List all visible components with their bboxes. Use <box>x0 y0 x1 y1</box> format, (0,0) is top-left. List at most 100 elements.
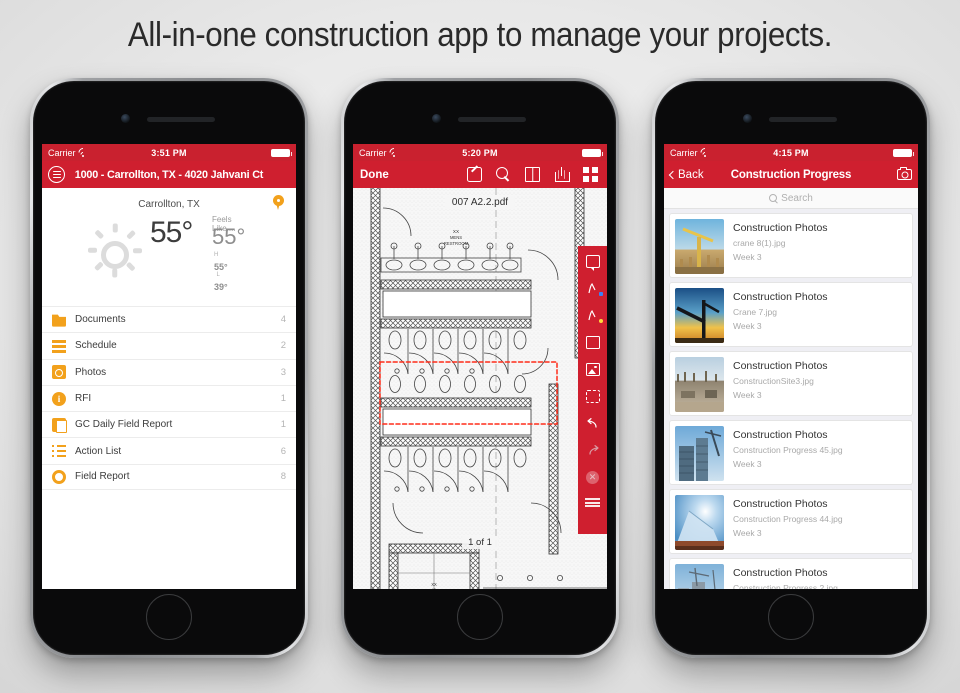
done-button[interactable]: Done <box>360 169 389 181</box>
list-item[interactable]: Construction Photos Construction Progres… <box>669 489 913 554</box>
search-input[interactable]: Search <box>664 188 918 209</box>
photo-thumbnail <box>675 426 724 481</box>
photo-week: Week 3 <box>733 390 762 400</box>
gear-icon <box>52 469 66 484</box>
high-prefix: H <box>214 252 219 258</box>
list-item[interactable]: Construction Photos Construction Progres… <box>669 420 913 485</box>
list-item-label: Schedule <box>75 340 117 352</box>
numbered-list-icon <box>52 444 66 459</box>
low-prefix: L <box>216 272 220 278</box>
list-item[interactable]: i RFI 1 <box>42 384 296 411</box>
temperature-group: 55° Feels Like.... 55° H 55° L 39° <box>150 215 245 292</box>
comment-icon[interactable] <box>585 255 600 271</box>
earpiece-speaker <box>458 117 526 122</box>
hamburger-icon[interactable] <box>48 166 65 183</box>
photo-info: Construction Photos crane 8(1).jpg Week … <box>733 219 828 272</box>
pdf-canvas[interactable]: XX MENS RESTROOM XX 007 A2.2.pdf 1 of 1 … <box>353 188 607 589</box>
chevron-left-icon <box>668 170 678 179</box>
nav-bar: 1000 - Carrollton, TX - 4020 Jahvani Ct <box>42 161 296 188</box>
list-item-label: RFI <box>75 393 92 405</box>
floorplan-drawing: XX MENS RESTROOM XX <box>353 188 607 589</box>
photo-week: Week 3 <box>733 252 762 262</box>
home-button[interactable] <box>457 594 503 640</box>
status-time: 4:15 PM <box>773 147 809 158</box>
status-time: 5:20 PM <box>462 147 498 158</box>
photo-filename: Crane 7.jpg <box>733 307 777 317</box>
list-item[interactable]: Action List 6 <box>42 437 296 463</box>
photo-filename: Construction Progress 44.jpg <box>733 514 843 524</box>
phone-left-screen: Carrier 3:51 PM 1000 - Carrollton, TX - … <box>42 144 296 589</box>
earpiece-speaker <box>147 117 215 122</box>
photo-title: Construction Photos <box>733 429 828 441</box>
status-bar: Carrier 4:15 PM <box>664 144 918 161</box>
list-item[interactable]: Construction Photos Construction Progres… <box>669 558 913 589</box>
back-label: Back <box>678 168 704 181</box>
photo-thumbnail <box>675 288 724 343</box>
back-button[interactable]: Back <box>668 168 704 181</box>
menu-icon[interactable] <box>585 498 600 507</box>
list-item-count: 1 <box>280 419 286 431</box>
battery-icon <box>271 148 292 157</box>
list-item[interactable]: Construction Photos ConstructionSite3.jp… <box>669 351 913 416</box>
pen-blue-icon[interactable] <box>586 282 603 296</box>
close-icon[interactable]: ✕ <box>586 471 599 484</box>
pen-color-swatch-blue <box>598 292 603 296</box>
info-icon: i <box>52 391 66 406</box>
photo-list[interactable]: Construction Photos crane 8(1).jpg Week … <box>664 209 918 589</box>
nav-title: 1000 - Carrollton, TX - 4020 Jahvani Ct <box>74 168 264 181</box>
svg-text:XX: XX <box>453 229 459 234</box>
photo-filename: Construction Progress 2.jpg <box>733 583 838 589</box>
map-pin-icon[interactable] <box>273 195 284 210</box>
svg-text:IT: IT <box>432 587 436 589</box>
camera-icon <box>52 365 66 380</box>
photo-title: Construction Photos <box>733 567 828 579</box>
sun-icon <box>84 223 146 286</box>
photo-info: Construction Photos Construction Progres… <box>733 426 843 479</box>
list-item[interactable]: Construction Photos crane 8(1).jpg Week … <box>669 213 913 278</box>
photo-thumbnail <box>675 564 724 589</box>
photo-thumbnail <box>675 495 724 550</box>
annotation-toolbar: ✕ <box>578 246 607 534</box>
home-button[interactable] <box>768 594 814 640</box>
share-icon[interactable] <box>554 167 570 182</box>
list-item[interactable]: Field Report 8 <box>42 463 296 491</box>
current-temperature: 55° <box>150 216 193 249</box>
status-time: 3:51 PM <box>151 147 187 158</box>
feels-like-value: 55° <box>212 224 246 249</box>
book-icon[interactable] <box>525 167 540 182</box>
photo-thumbnail <box>675 357 724 412</box>
location-label: Carrollton, TX <box>138 199 200 210</box>
pen-yellow-icon[interactable] <box>586 309 603 323</box>
document-icon <box>52 417 67 433</box>
list-item[interactable]: Documents 4 <box>42 306 296 332</box>
list-item[interactable]: Construction Photos Crane 7.jpg Week 3 <box>669 282 913 347</box>
selection-icon[interactable] <box>585 390 600 403</box>
front-camera-icon <box>743 114 752 123</box>
list-item[interactable]: GC Daily Field Report 1 <box>42 411 296 437</box>
search-placeholder: Search <box>781 192 813 204</box>
photo-title: Construction Photos <box>733 498 828 510</box>
list-item-count: 3 <box>280 366 286 378</box>
photo-info: Construction Photos Construction Progres… <box>733 564 838 589</box>
edit-icon[interactable] <box>467 167 482 182</box>
image-icon[interactable] <box>585 363 600 376</box>
home-button[interactable] <box>146 594 192 640</box>
redo-icon[interactable] <box>586 444 600 457</box>
undo-icon[interactable] <box>586 417 600 430</box>
nav-bar: Back Construction Progress <box>664 161 918 188</box>
phone-right-screen: Carrier 4:15 PM Back Construction Progre… <box>664 144 918 589</box>
grid-icon[interactable] <box>583 167 598 182</box>
schedule-icon <box>52 338 66 353</box>
photo-title: Construction Photos <box>733 360 828 372</box>
rectangle-icon[interactable] <box>585 336 600 349</box>
photo-filename: ConstructionSite3.jpg <box>733 376 814 386</box>
weather-panel: 55° Feels Like.... 55° H 55° L 39° <box>42 210 296 302</box>
pen-color-swatch-yellow <box>598 319 603 323</box>
camera-icon[interactable] <box>897 166 912 180</box>
photo-thumbnail <box>675 219 724 274</box>
search-icon[interactable] <box>496 167 511 182</box>
list-item-label: Field Report <box>75 471 130 483</box>
list-item[interactable]: Schedule 2 <box>42 332 296 358</box>
pdf-tool-group <box>467 167 600 182</box>
list-item[interactable]: Photos 3 <box>42 358 296 385</box>
